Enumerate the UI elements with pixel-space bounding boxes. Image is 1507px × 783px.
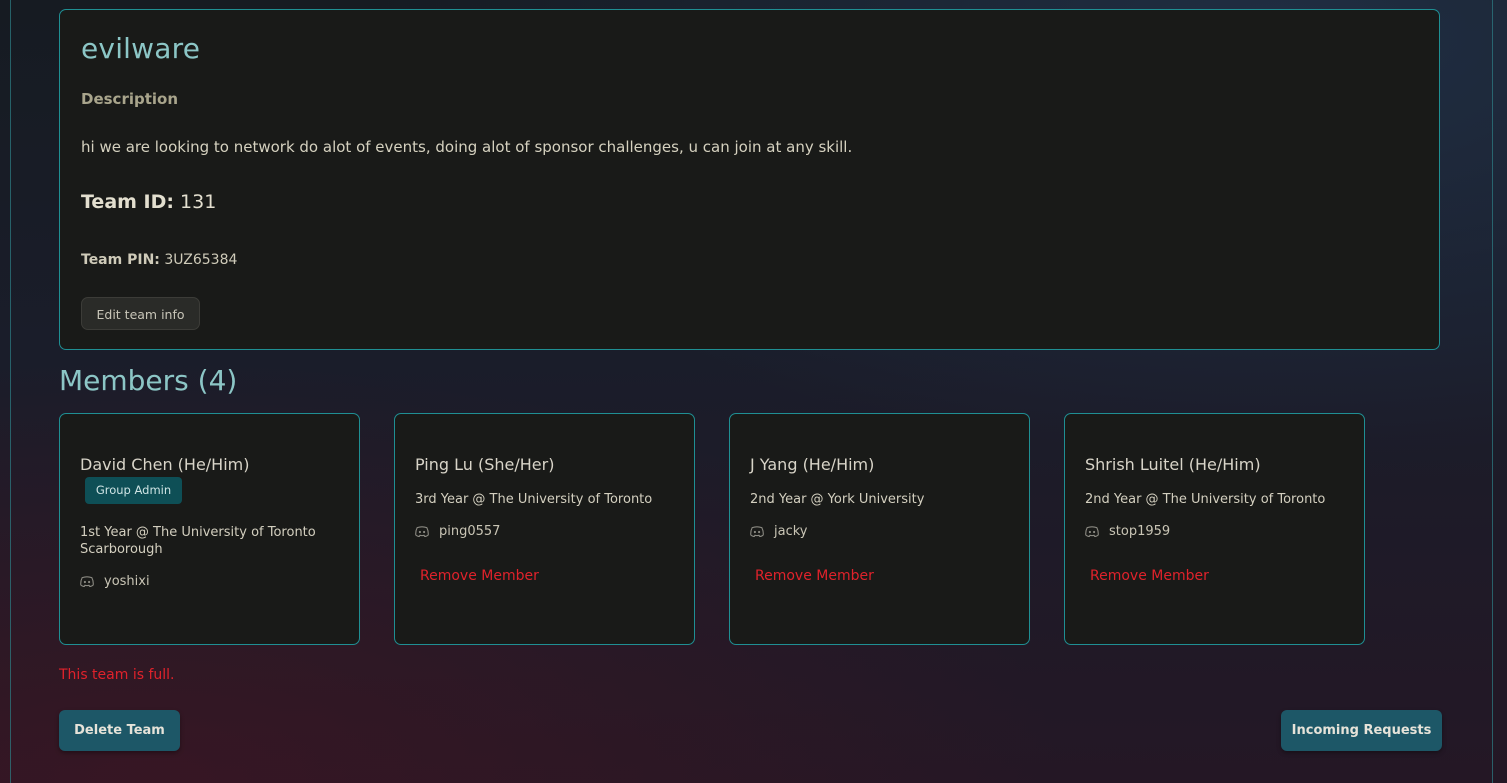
incoming-requests-button[interactable]: Incoming Requests xyxy=(1281,710,1442,751)
team-pin-label: Team PIN: xyxy=(81,252,160,268)
team-id-value: 131 xyxy=(180,191,217,213)
member-name: Shrish Luitel (He/Him) xyxy=(1085,455,1261,474)
member-card: Shrish Luitel (He/Him) 2nd Year @ The Un… xyxy=(1064,413,1365,645)
team-id-label: Team ID: xyxy=(81,191,174,213)
member-school: 3rd Year @ The University of Toronto xyxy=(415,492,653,507)
team-name: evilware xyxy=(81,32,201,65)
team-id: Team ID: 131 xyxy=(81,191,216,213)
team-full-message: This team is full. xyxy=(59,667,175,683)
remove-member-link[interactable]: Remove Member xyxy=(420,568,539,584)
member-school: 2nd Year @ The University of Toronto xyxy=(1085,492,1326,507)
discord-username: yoshixi xyxy=(104,574,150,589)
left-frame-edge xyxy=(10,0,11,783)
discord-username: jacky xyxy=(774,524,808,539)
member-card: J Yang (He/Him) 2nd Year @ York Universi… xyxy=(729,413,1030,645)
member-name: Ping Lu (She/Her) xyxy=(415,455,555,474)
description-heading: Description xyxy=(81,90,179,108)
discord-icon xyxy=(80,576,94,587)
discord-icon xyxy=(1085,526,1099,537)
discord-username: ping0557 xyxy=(439,524,501,539)
discord-icon xyxy=(750,526,764,537)
group-admin-badge: Group Admin xyxy=(85,477,182,504)
member-name: J Yang (He/Him) xyxy=(750,455,875,474)
member-card: Ping Lu (She/Her) 3rd Year @ The Univers… xyxy=(394,413,695,645)
member-discord: ping0557 xyxy=(415,524,500,539)
member-school: 1st Year @ The University of Toronto Sca… xyxy=(80,525,316,557)
delete-team-button[interactable]: Delete Team xyxy=(59,710,180,751)
member-discord: yoshixi xyxy=(80,574,150,589)
members-heading: Members (4) xyxy=(59,364,238,397)
edit-team-info-button[interactable]: Edit team info xyxy=(81,297,200,330)
member-name: David Chen (He/Him) xyxy=(80,455,250,474)
discord-username: stop1959 xyxy=(1109,524,1171,539)
member-school: 2nd Year @ York University xyxy=(750,492,925,507)
member-card: David Chen (He/Him) Group Admin 1st Year… xyxy=(59,413,360,645)
discord-icon xyxy=(415,526,429,537)
remove-member-link[interactable]: Remove Member xyxy=(1090,568,1209,584)
remove-member-link[interactable]: Remove Member xyxy=(755,568,874,584)
team-pin-value: 3UZ65384 xyxy=(164,252,238,268)
team-info-card: evilware Description hi we are looking t… xyxy=(59,9,1440,350)
member-discord: jacky xyxy=(750,524,807,539)
team-pin: Team PIN: 3UZ65384 xyxy=(81,252,237,268)
right-frame-edge xyxy=(1492,0,1493,783)
team-description: hi we are looking to network do alot of … xyxy=(81,138,853,156)
member-discord: stop1959 xyxy=(1085,524,1170,539)
